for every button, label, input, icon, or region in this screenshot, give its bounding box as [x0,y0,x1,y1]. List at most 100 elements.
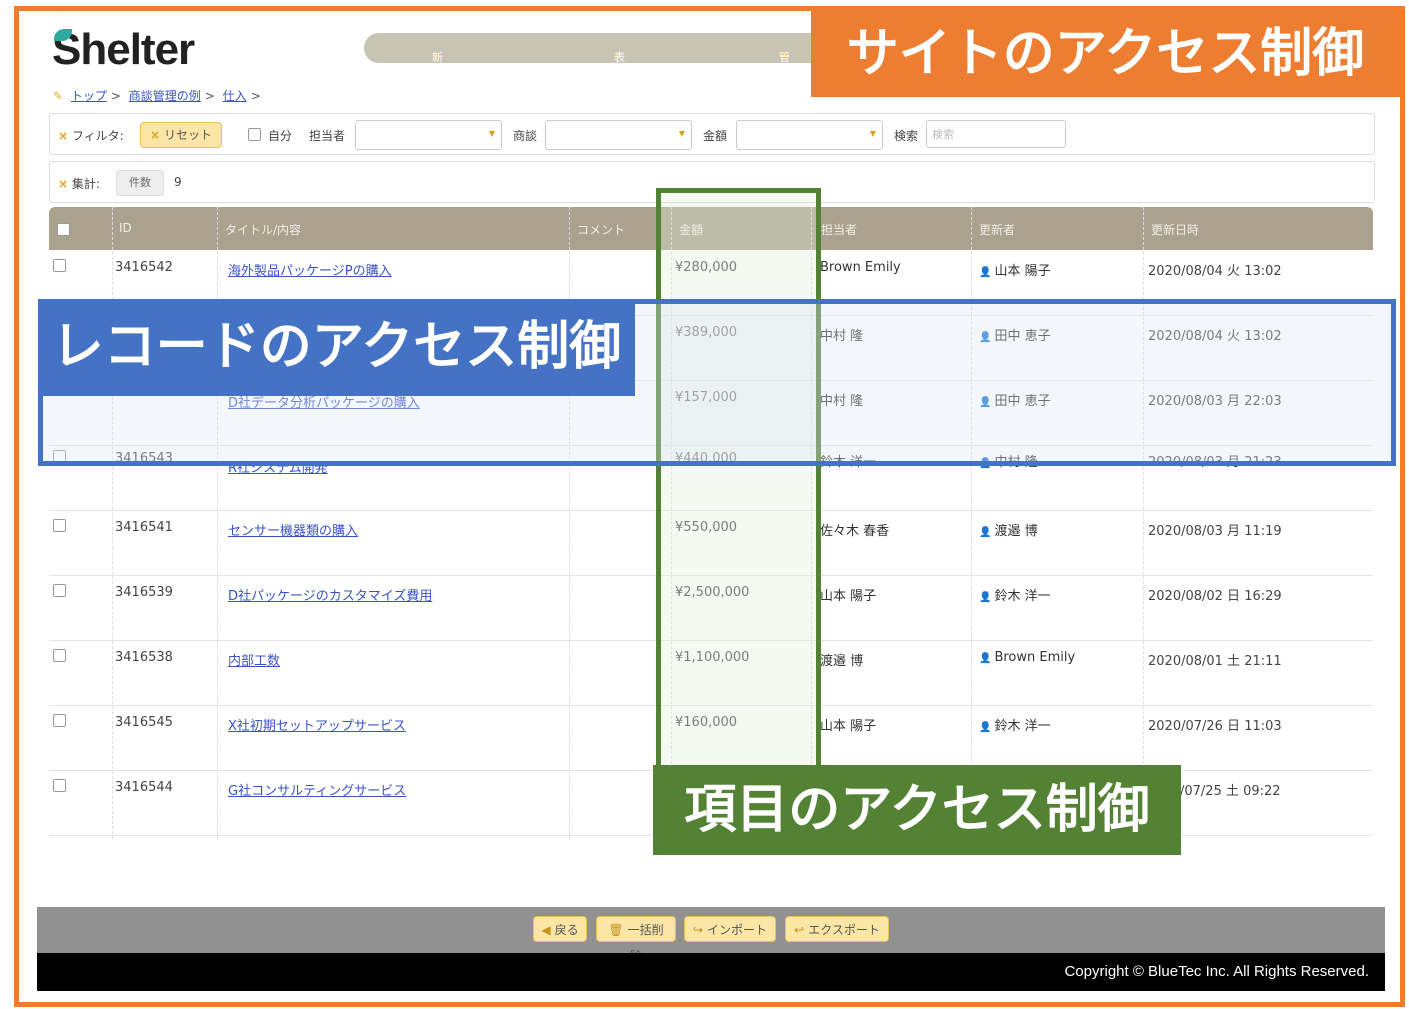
deal-select[interactable]: ▼ [545,120,692,150]
row-updater: 👤 鈴木 洋一 [979,715,1051,734]
copyright-text: Copyright © BlueTec Inc. All Rights Rese… [1064,963,1369,980]
import-button-label: インポート [707,923,768,937]
self-label: 自分 [268,129,293,143]
row-checkbox[interactable] [53,519,66,532]
user-icon: 👤 [979,527,992,538]
row-title-link[interactable]: 内部工数 [228,650,280,669]
chevron-down-icon: ▼ [869,129,876,138]
count-value: 9 [174,175,182,189]
top-nav: + 新規作成 › 表示 ⚙ 管理 [364,33,884,112]
user-icon: 👤 [979,592,992,603]
amount-select[interactable]: ▼ [736,120,883,150]
row-updated: 2020/07/26 日 11:03 [1148,719,1282,734]
row-id: 3416541 [115,520,173,535]
amount-label: 金額 [703,129,728,143]
owner-label: 担当者 [309,129,346,143]
x-icon: × [58,177,69,191]
pencil-icon: ✎ [53,89,64,103]
row-updater: 👤 Brown Emily [979,650,1075,665]
count-button[interactable]: 件数 [116,170,164,196]
x-icon: × [150,128,161,142]
row-updater: 👤 鈴木 洋一 [979,585,1051,604]
row-updated: 2020/08/04 火 13:02 [1148,264,1282,279]
row-owner: Brown Emily [820,260,901,275]
row-updater-name: 鈴木 洋一 [994,589,1051,604]
back-button-label: 戻る [554,923,579,937]
row-id: 3416544 [115,780,173,795]
summary-label: × 集計: [58,175,100,192]
filter-label: × フィルタ: [58,127,124,144]
back-icon: ◀ [541,923,551,937]
breadcrumb-purchase[interactable]: 仕入 [223,89,247,103]
breadcrumb-deals[interactable]: 商談管理の例 [129,89,201,103]
row-id: 3416542 [115,260,173,275]
row-owner: 山本 陽子 [820,719,877,734]
row-updater: 👤 渡邉 博 [979,520,1038,539]
row-checkbox[interactable] [53,584,66,597]
breadcrumb-top[interactable]: トップ [71,89,107,103]
row-checkbox[interactable] [53,779,66,792]
col-updater[interactable]: 更新者 [979,221,1015,238]
row-checkbox[interactable] [53,259,66,272]
row-checkbox[interactable] [53,649,66,662]
row-title-link[interactable]: X社初期セットアップサービス [228,715,406,734]
row-id: 3416539 [115,585,173,600]
field-access-highlight [656,188,821,775]
row-owner: 山本 陽子 [820,589,877,604]
search-label: 検索 [894,129,919,143]
export-button-label: エクスポート [808,923,880,937]
search-input[interactable]: 検索 [926,120,1066,148]
col-owner[interactable]: 担当者 [821,221,857,238]
filter-bar: × フィルタ: × リセット 自分 担当者 ▼ 商談 ▼ 金額 ▼ 検索 検索 [49,113,1375,155]
topnav-admin-label: 管理 [779,51,790,80]
topnav-view-label: 表示 [614,51,625,80]
row-updater-name: Brown Emily [994,650,1076,665]
reset-button[interactable]: × リセット [140,122,222,148]
chevron-down-icon: ▼ [488,129,495,138]
footer-toolbar: ◀戻る 🗑一括削除 ↪インポート ↩エクスポート [37,907,1385,963]
reset-button-label: リセット [163,128,212,142]
record-access-label: レコードのアクセス制御 [38,299,635,396]
row-updated: 2020/08/02 日 16:29 [1148,589,1282,604]
site-access-label: サイトのアクセス制御 [811,11,1400,97]
row-updated: 2020/08/01 土 21:11 [1148,654,1282,669]
row-title-link[interactable]: G社コンサルティングサービス [228,780,406,799]
topnav-new-label: 新規作成 [432,51,443,112]
row-updater-name: 山本 陽子 [994,264,1051,279]
field-access-label: 項目のアクセス制御 [653,765,1181,855]
deal-label: 商談 [513,129,538,143]
user-icon: 👤 [979,267,992,278]
row-owner: 渡邉 博 [820,654,864,669]
app-screen: Shelter + 新規作成 › 表示 ⚙ 管理 ✎ トップ > 商談管理の例 > 仕入 >… [19,11,1400,1002]
chevron-down-icon: ▼ [678,129,685,138]
row-updater-name: 渡邉 博 [994,524,1038,539]
filter-label-text: フィルタ: [71,129,124,143]
x-icon: × [58,129,69,143]
user-icon: 👤 [979,653,992,664]
self-checkbox[interactable] [248,128,261,141]
col-updated[interactable]: 更新日時 [1151,221,1199,238]
import-button[interactable]: ↪ インポート [684,916,776,942]
row-updated: 2020/08/03 月 11:19 [1148,524,1282,539]
col-comment[interactable]: コメント [577,221,625,238]
col-title[interactable]: タイトル/内容 [225,221,301,238]
owner-select[interactable]: ▼ [355,120,502,150]
select-all-checkbox[interactable] [57,223,70,236]
user-icon: 👤 [979,722,992,733]
app-logo[interactable]: Shelter [52,25,195,75]
bulk-delete-button[interactable]: 🗑一括削除 [596,916,676,963]
export-icon: ↩ [794,923,805,937]
footer-copyright-bar: Copyright © BlueTec Inc. All Rights Rese… [37,953,1385,991]
col-id[interactable]: ID [119,221,132,235]
row-title-link[interactable]: センサー機器類の購入 [228,520,358,539]
row-id: 3416538 [115,650,173,665]
row-updated: /07/25 土 09:22 [1180,784,1281,799]
app-logo-text: Shelter [52,25,195,74]
back-button[interactable]: ◀ 戻る [533,916,587,942]
row-checkbox[interactable] [53,714,66,727]
summary-label-text: 集計: [71,177,100,191]
row-title-link[interactable]: 海外製品パッケージPの購入 [228,260,392,279]
export-button[interactable]: ↩ エクスポート [785,916,889,942]
import-icon: ↪ [692,923,704,937]
row-title-link[interactable]: D社パッケージのカスタマイズ費用 [228,585,432,604]
